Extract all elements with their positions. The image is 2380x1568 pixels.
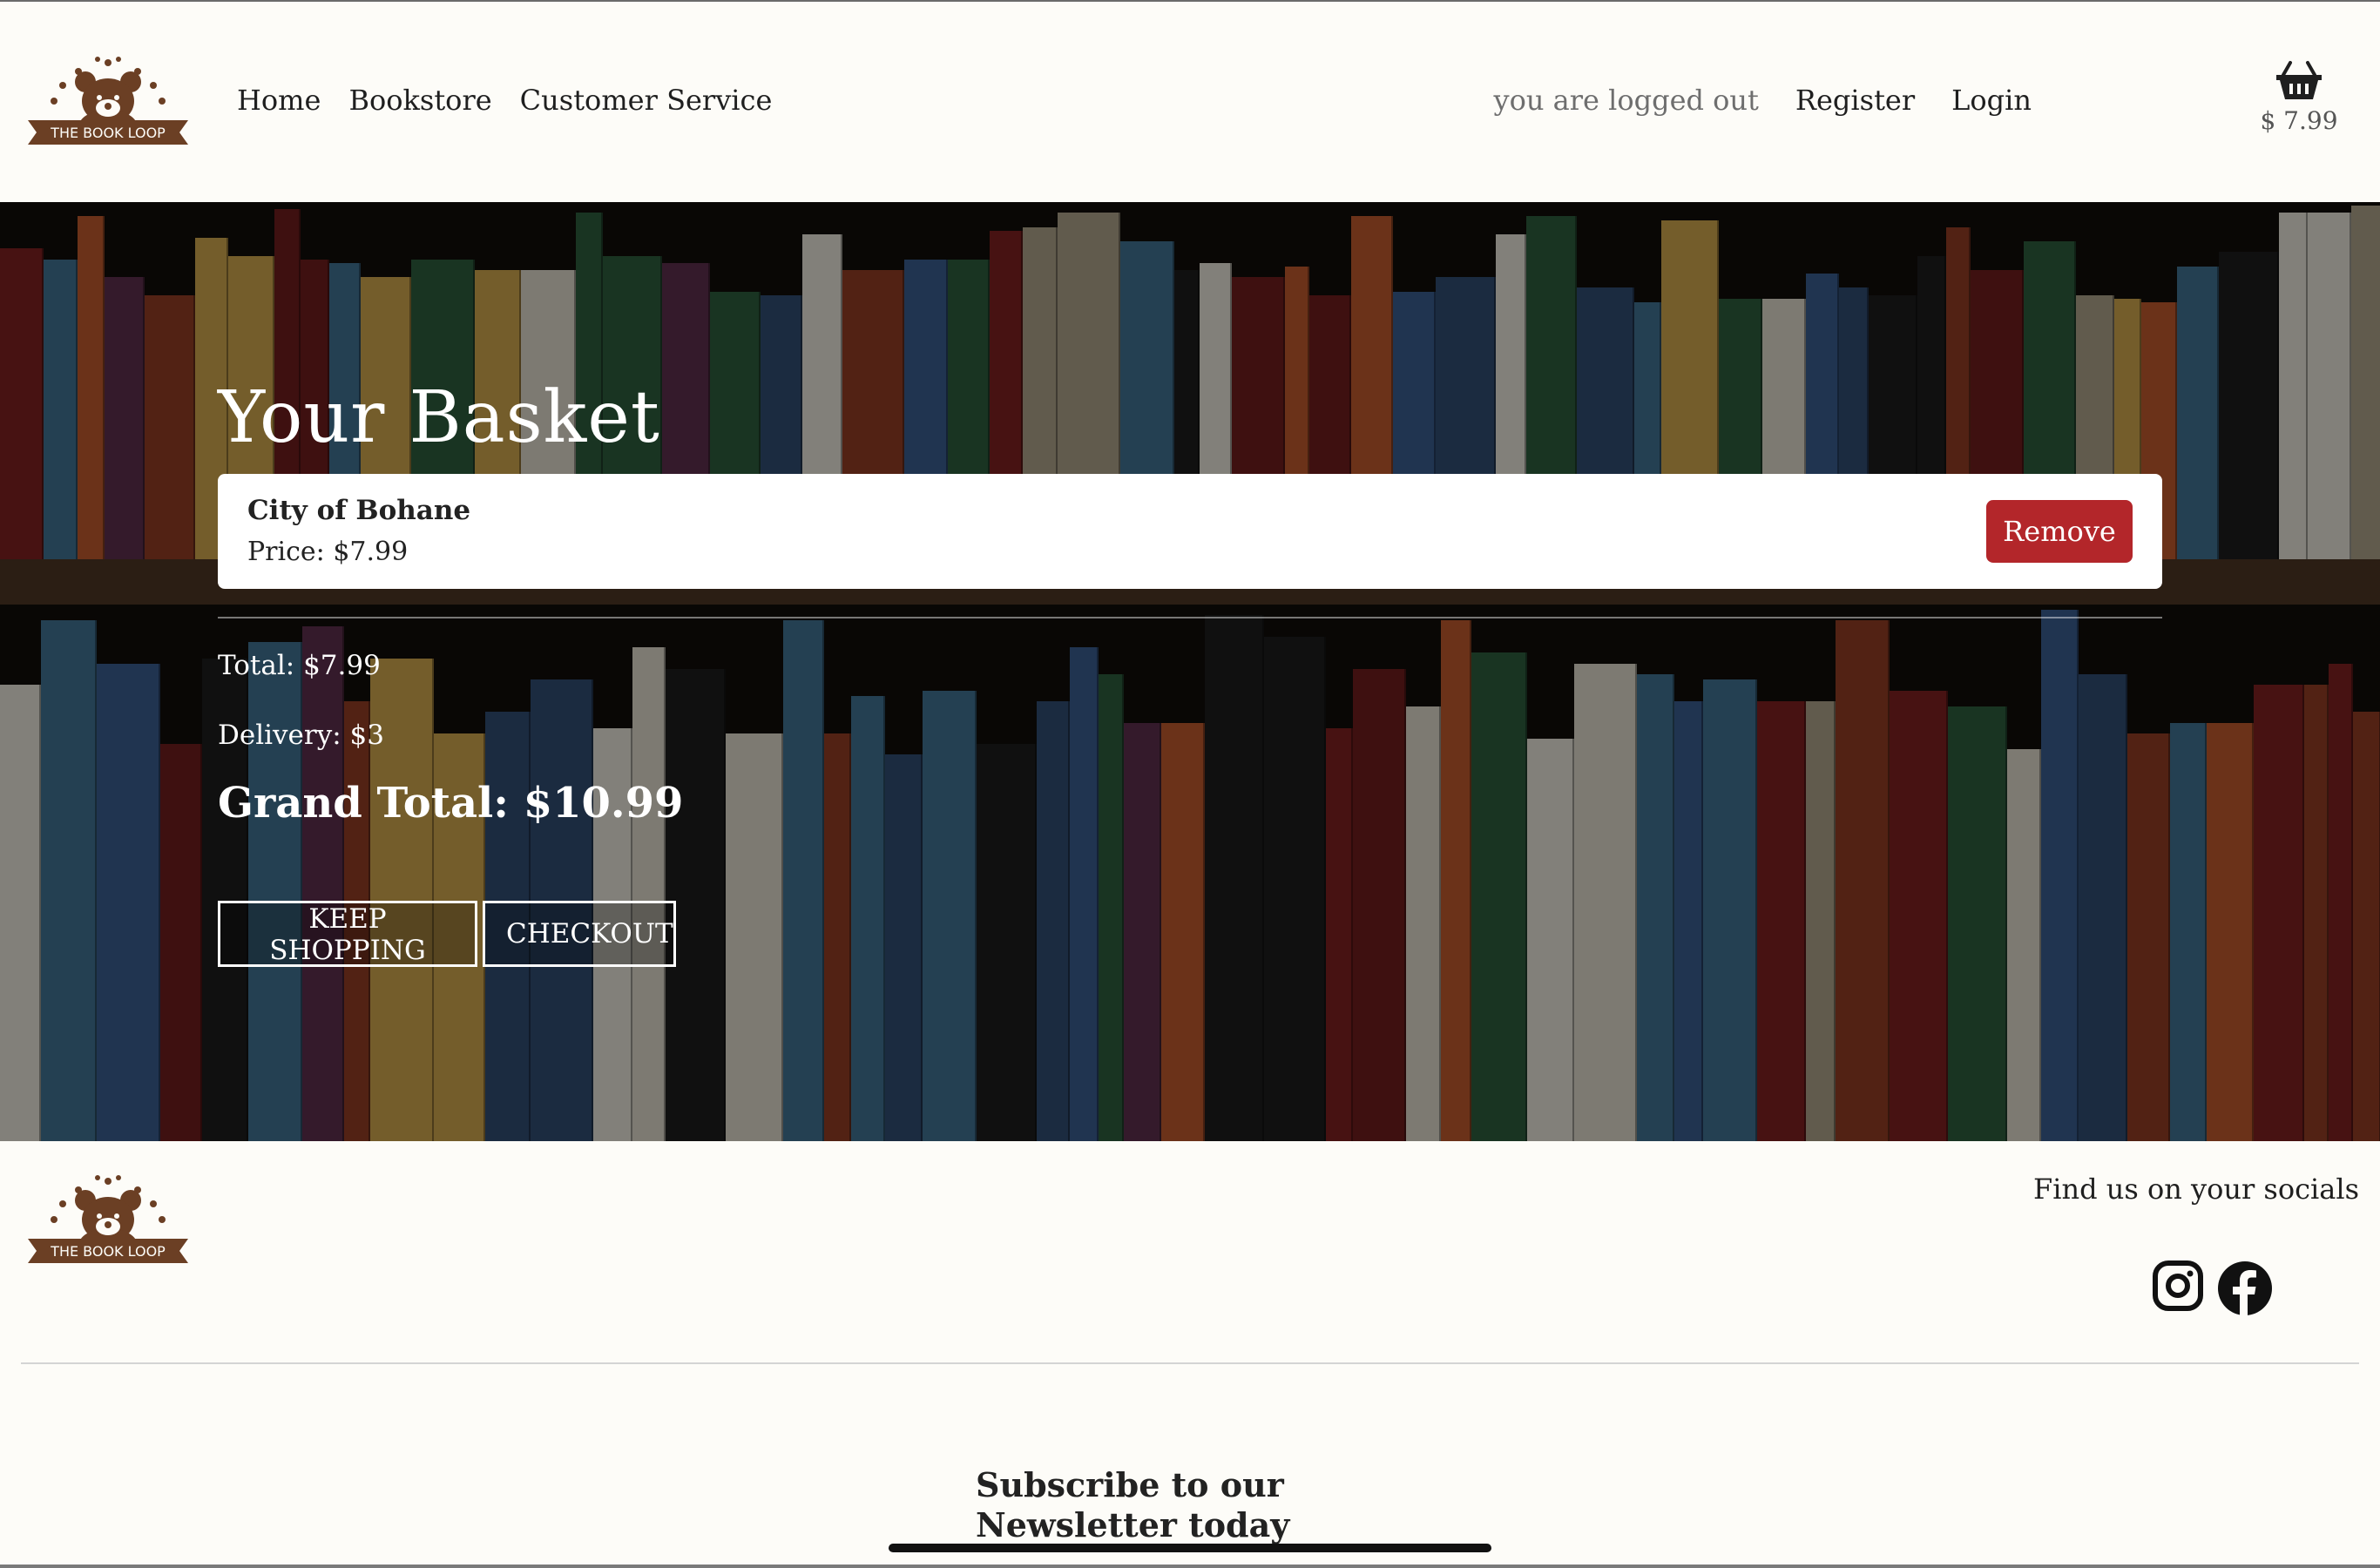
page-title: Your Basket [218,376,660,459]
main-nav: Home Bookstore Customer Service [237,84,772,117]
site-footer: THE BOOK LOOP Find us on your socials Su… [0,1141,2380,1568]
bottom-border [0,1565,2380,1568]
register-link[interactable]: Register [1795,84,1915,117]
login-link[interactable]: Login [1951,84,2032,117]
home-indicator [889,1544,1491,1552]
newsletter-heading: Subscribe to our Newsletter today [976,1465,1290,1544]
site-header: THE BOOK LOOP Home Bookstore Customer Se… [0,2,2380,200]
basket-icon [2276,61,2322,99]
item-price: Price: $7.99 [247,537,409,567]
basket-item-card: City of Bohane Price: $7.99 Remove [218,474,2162,589]
svg-text:THE BOOK LOOP: THE BOOK LOOP [50,125,166,141]
cart-button[interactable]: $ 7.99 [2260,59,2338,135]
grand-total-text: Grand Total: $10.99 [218,779,684,828]
nav-bookstore[interactable]: Bookstore [348,84,491,117]
total-text: Total: $7.99 [218,650,381,681]
item-title: City of Bohane [247,495,471,526]
nav-home[interactable]: Home [237,84,321,117]
basket-hero: Your Basket City of Bohane Price: $7.99 … [0,202,2380,1141]
social-links [2152,1260,2274,1317]
footer-logo[interactable]: THE BOOK LOOP [21,1166,195,1274]
cart-amount: $ 7.99 [2260,106,2338,135]
checkout-button[interactable]: CHECKOUT [483,901,676,967]
book-loop-logo[interactable]: THE BOOK LOOP [21,47,195,155]
delivery-text: Delivery: $3 [218,720,384,751]
auth-links: you are logged out Register Login [1493,84,2032,117]
login-status: you are logged out [1493,84,1759,117]
footer-divider [21,1362,2359,1364]
svg-text:THE BOOK LOOP: THE BOOK LOOP [50,1243,166,1260]
facebook-icon[interactable] [2216,1260,2274,1317]
socials-heading: Find us on your socials [2033,1173,2359,1206]
nav-customer-service[interactable]: Customer Service [520,84,773,117]
remove-button[interactable]: Remove [1986,500,2133,563]
instagram-icon[interactable] [2152,1260,2204,1312]
keep-shopping-button[interactable]: KEEP SHOPPING [218,901,477,967]
divider [218,617,2162,618]
